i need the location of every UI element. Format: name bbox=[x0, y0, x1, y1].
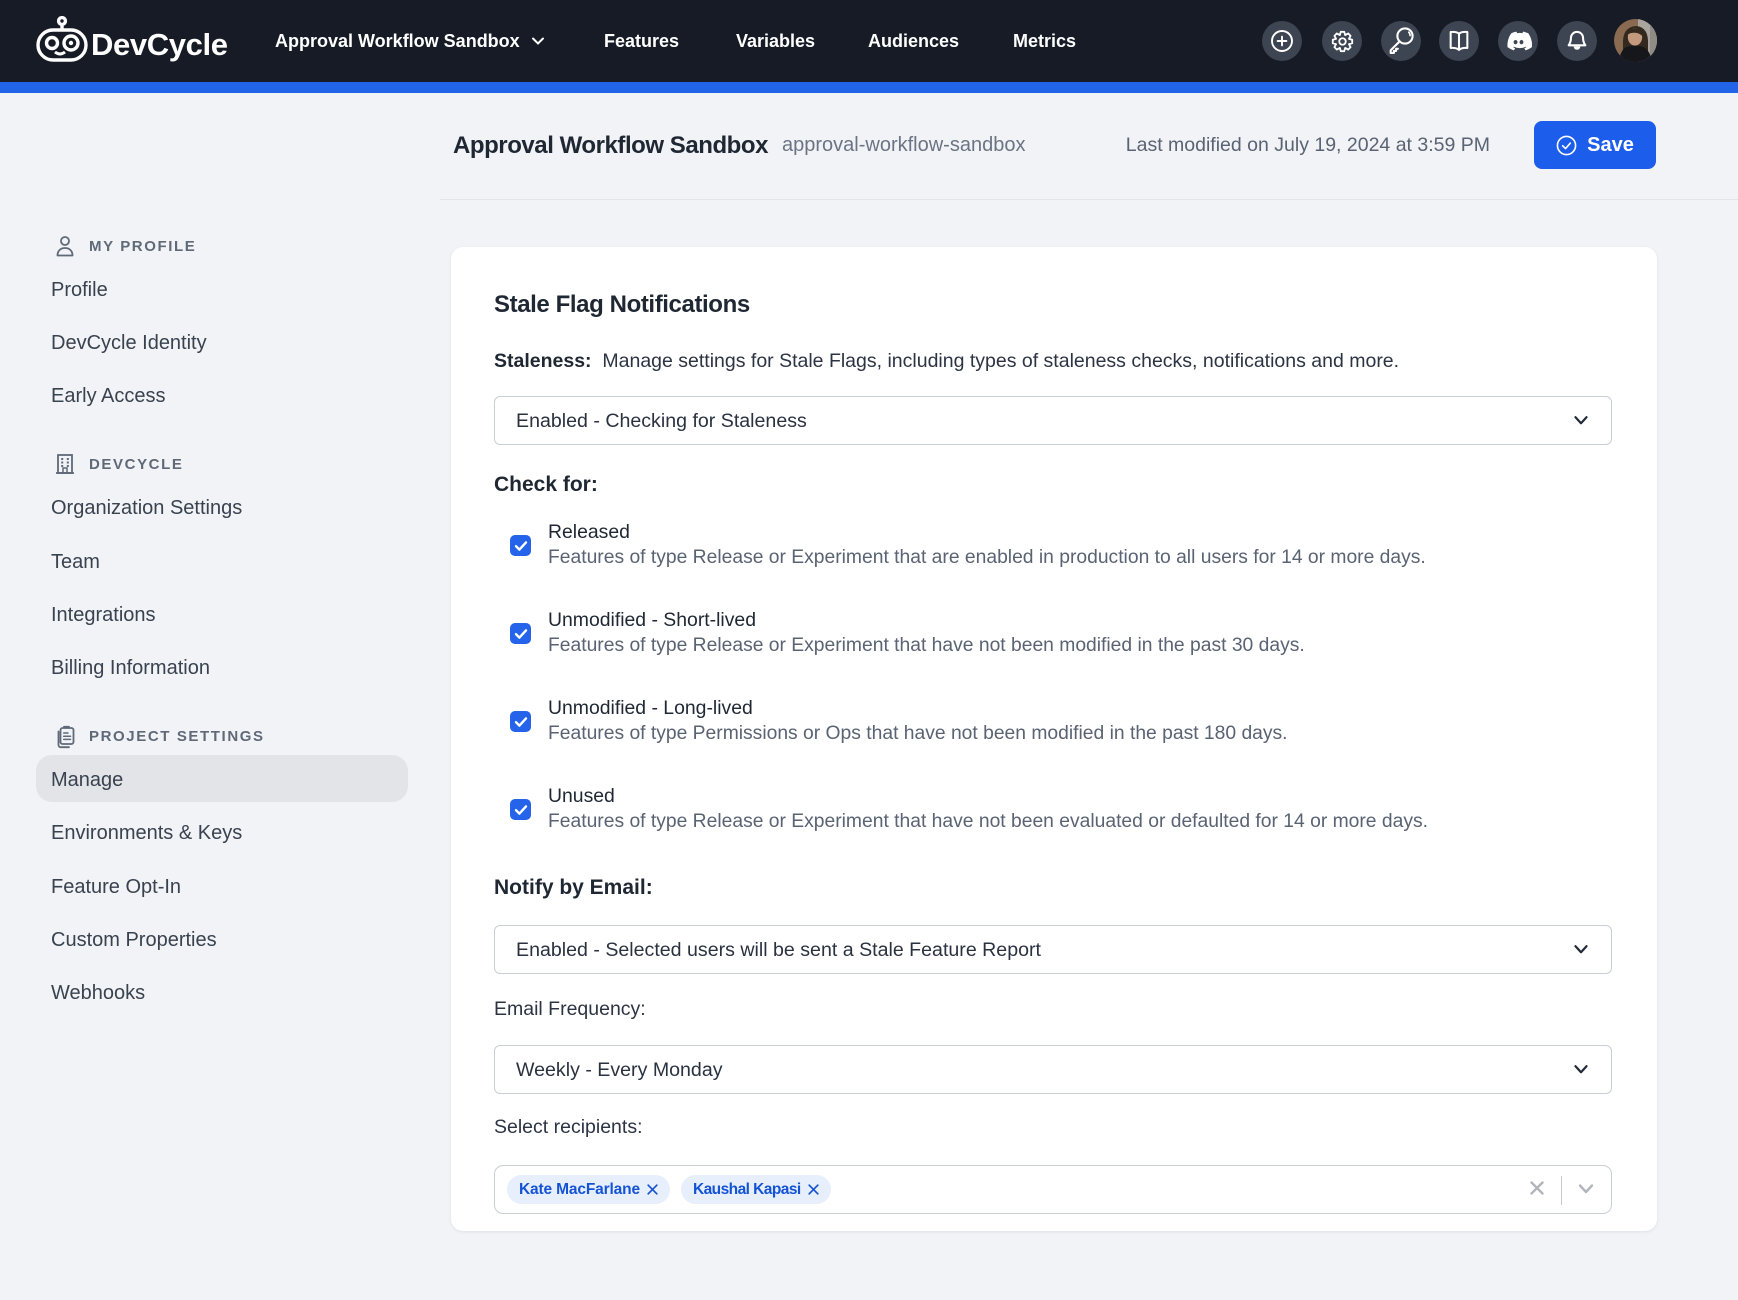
svg-text:DevCycle: DevCycle bbox=[91, 27, 228, 62]
